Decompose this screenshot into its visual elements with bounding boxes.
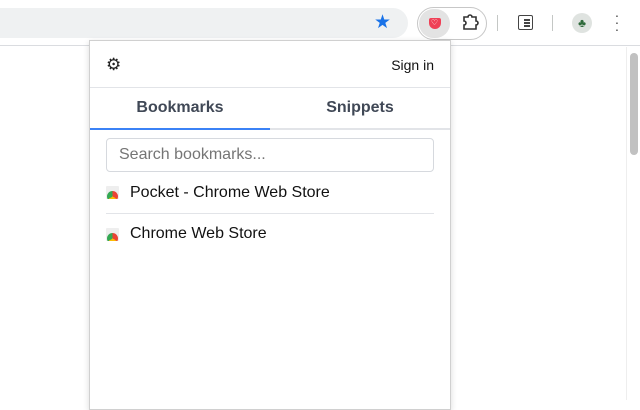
pocket-icon: ♡ xyxy=(428,18,441,29)
bookmark-title: Pocket - Chrome Web Store xyxy=(130,183,330,201)
pocket-popup: ⚙ Sign in Bookmarks Snippets Pocket - Ch… xyxy=(89,40,451,410)
divider xyxy=(497,15,498,31)
bookmark-star-icon[interactable]: ★ xyxy=(374,12,391,34)
scrollbar[interactable] xyxy=(626,47,640,400)
settings-gear-icon[interactable]: ⚙ xyxy=(106,56,121,73)
pocket-extension-button[interactable]: ♡ xyxy=(419,9,450,38)
scrollbar-thumb[interactable] xyxy=(630,53,638,155)
sign-in-link[interactable]: Sign in xyxy=(391,57,434,73)
popup-tabs: Bookmarks Snippets xyxy=(90,88,450,130)
bookmark-title: Chrome Web Store xyxy=(130,225,267,242)
chrome-web-store-icon xyxy=(106,227,119,241)
divider xyxy=(552,15,553,31)
reading-list-icon[interactable] xyxy=(518,15,533,30)
popup-header: ⚙ Sign in xyxy=(90,41,450,88)
profile-avatar[interactable]: ♣ xyxy=(572,13,592,33)
tab-snippets[interactable]: Snippets xyxy=(270,88,450,128)
chrome-web-store-icon xyxy=(106,186,119,199)
search-bookmarks-input[interactable] xyxy=(106,138,434,172)
bookmark-item[interactable]: Chrome Web Store xyxy=(106,213,434,254)
address-bar[interactable] xyxy=(0,8,408,38)
more-menu-icon[interactable]: · · · xyxy=(612,8,622,36)
extensions-puzzle-icon[interactable] xyxy=(461,13,479,31)
tab-bookmarks[interactable]: Bookmarks xyxy=(90,88,270,130)
bookmark-item[interactable]: Pocket - Chrome Web Store xyxy=(106,172,434,213)
